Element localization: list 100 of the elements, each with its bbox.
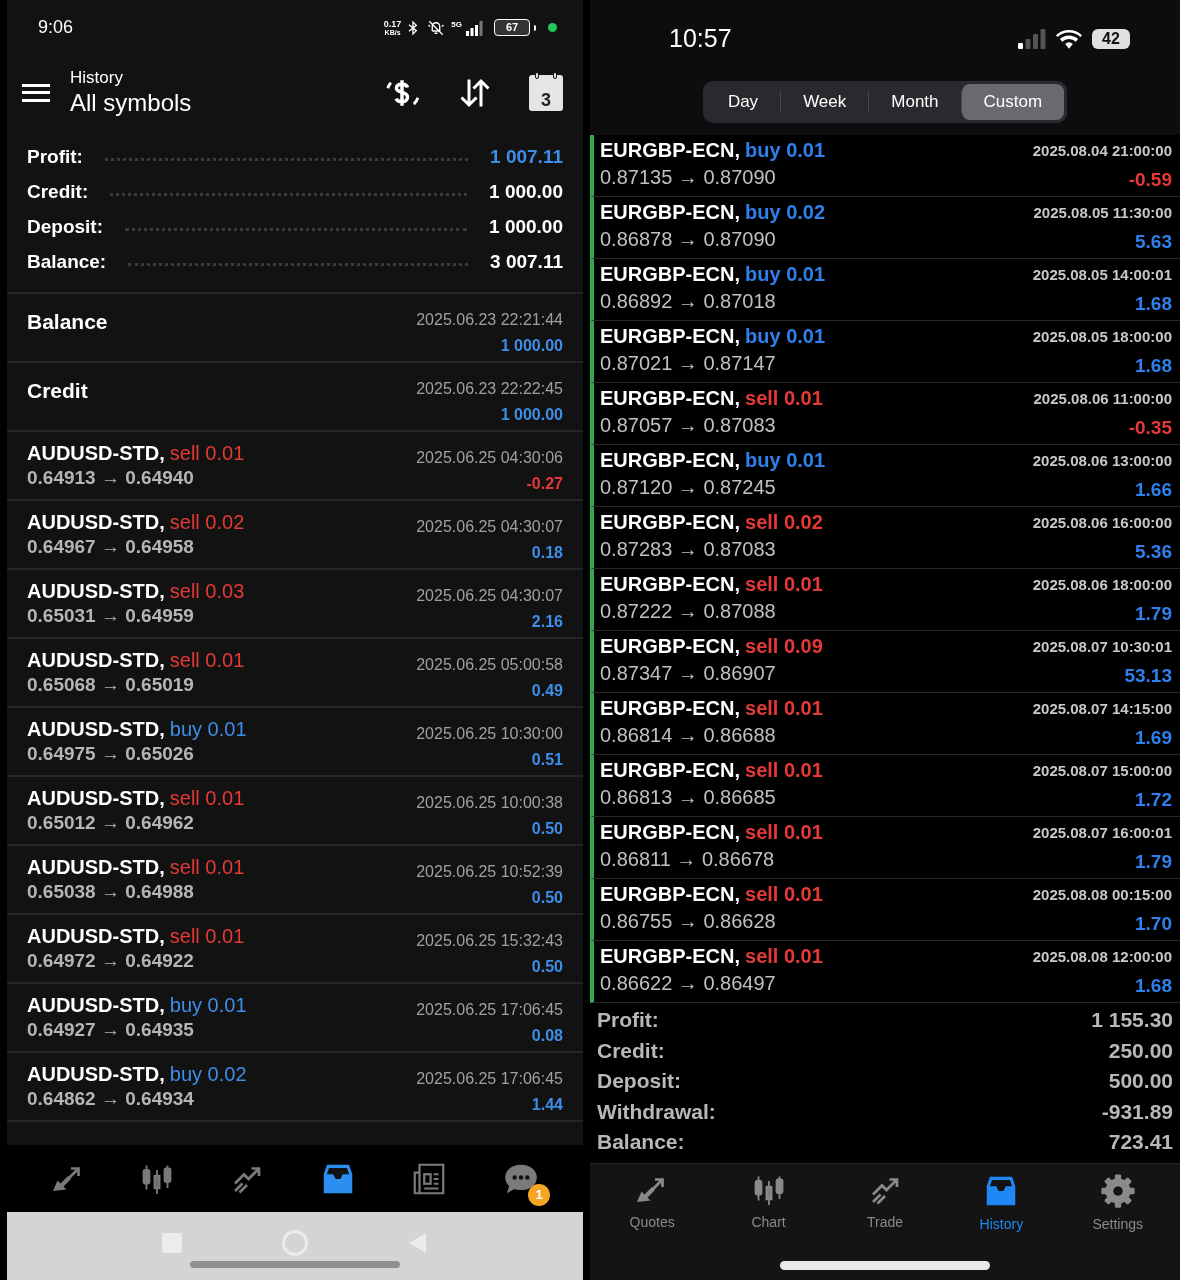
tab-bar-item[interactable]: Trade	[834, 1172, 935, 1233]
trade-prices: 0.87057 → 0.87083	[600, 413, 777, 438]
trade-symbol: AUDUSD-STD,	[27, 579, 165, 604]
tab-bar-item[interactable]: Chart	[718, 1172, 819, 1233]
trade-row[interactable]: EURGBP-ECN, sell 0.01 0.86811 → 0.86678 2025.08.07 16:00:01 1.79	[590, 817, 1180, 879]
back-triangle-icon	[408, 1232, 428, 1254]
trade-row[interactable]: EURGBP-ECN, buy 0.01 0.87135 → 0.87090 2025.08.04 21:00:00 -0.59	[590, 135, 1180, 197]
trade-symbol: AUDUSD-STD,	[27, 993, 165, 1018]
tab-bar-item[interactable]: History	[951, 1172, 1052, 1235]
trade-time: 2025.06.25 04:30:07	[416, 586, 563, 606]
summary-value: 250.00	[1108, 1037, 1173, 1064]
trade-prices: 0.64975 → 0.65026	[27, 742, 195, 766]
summary-label: Deposit:	[27, 215, 103, 240]
trade-row[interactable]: EURGBP-ECN, buy 0.01 0.86892 → 0.87018 2025.08.05 14:00:01 1.68	[590, 259, 1180, 321]
trade-time: 2025.08.07 16:00:01	[1032, 823, 1172, 843]
trade-time: 2025.06.25 05:00:58	[416, 655, 563, 675]
trade-profit: 0.50	[531, 819, 563, 839]
trade-time: 2025.08.06 16:00:00	[1032, 513, 1172, 533]
trade-profit: 1.68	[1135, 291, 1172, 316]
trade-time: 2025.08.05 14:00:01	[1032, 265, 1172, 285]
trade-prices: 0.64972 → 0.64922	[27, 949, 195, 973]
summary-value: -931.89	[1101, 1098, 1173, 1125]
period-tab[interactable]: Custom	[961, 84, 1065, 120]
trade-prices: 0.65038 → 0.64988	[27, 880, 195, 904]
trade-prices: 0.87347 → 0.86907	[600, 661, 777, 686]
trade-symbol: EURGBP-ECN,	[600, 944, 740, 969]
trade-row[interactable]: EURGBP-ECN, sell 0.01 0.86755 → 0.86628 2025.08.08 00:15:00 1.70	[590, 879, 1180, 941]
trade-row[interactable]: EURGBP-ECN, sell 0.02 0.87283 → 0.87083 2025.08.06 16:00:00 5.36	[590, 507, 1180, 569]
operation-label: Credit	[27, 379, 88, 402]
trade-symbol: EURGBP-ECN,	[600, 758, 740, 783]
trade-profit: 5.36	[1135, 539, 1172, 564]
trade-time: 2025.06.25 15:32:43	[416, 931, 563, 951]
network-speed: 0.17	[383, 19, 402, 29]
trade-side: sell 0.01	[745, 758, 823, 783]
trade-profit: 0.18	[531, 543, 563, 563]
trade-profit: 0.50	[531, 957, 563, 977]
trade-prices: 0.87135 → 0.87090	[600, 165, 777, 190]
trade-profit: -0.27	[526, 474, 563, 494]
trade-prices: 0.65031 → 0.64959	[27, 604, 195, 628]
calendar-button[interactable]: 3	[529, 74, 563, 111]
tab-bar-item[interactable]: Quotes	[602, 1172, 703, 1233]
gear-icon	[1098, 1172, 1137, 1210]
tab-bar-item[interactable]: Settings	[1067, 1172, 1168, 1235]
trade-side: buy 0.01	[169, 993, 247, 1018]
trade-profit: -0.35	[1128, 415, 1172, 440]
trade-time: 2025.06.25 10:00:38	[416, 793, 563, 813]
trade-profit: 0.51	[531, 750, 563, 770]
trade-side: sell 0.01	[745, 696, 823, 721]
period-tab[interactable]: Day	[705, 84, 781, 120]
summary-label: Credit:	[27, 180, 89, 205]
network-type: 5G	[451, 20, 462, 29]
trade-symbol: AUDUSD-STD,	[27, 441, 165, 466]
summary-label: Profit:	[27, 145, 83, 170]
summary-label: Credit:	[597, 1037, 665, 1064]
menu-button[interactable]	[22, 81, 50, 104]
trade-prices: 0.87283 → 0.87083	[600, 537, 777, 562]
trade-prices: 0.65068 → 0.65019	[27, 673, 195, 697]
summary-label: Withdrawal:	[597, 1098, 716, 1125]
trade-profit: 1.79	[1135, 849, 1172, 874]
status-time: 10:57	[669, 23, 732, 55]
trade-time: 2025.06.25 17:06:45	[416, 1069, 563, 1089]
entry-time: 2025.06.23 22:22:45	[416, 379, 563, 399]
trade-symbol: EURGBP-ECN,	[600, 324, 740, 349]
trade-profit: 2.16	[531, 612, 563, 632]
trade-side: sell 0.02	[745, 510, 823, 535]
trade-profit: 1.70	[1135, 911, 1172, 936]
trade-row[interactable]: EURGBP-ECN, sell 0.01 0.86813 → 0.86685 2025.08.07 15:00:00 1.72	[590, 755, 1180, 817]
trade-row[interactable]: EURGBP-ECN, sell 0.09 0.87347 → 0.86907 2025.08.07 10:30:01 53.13	[590, 631, 1180, 693]
trade-time: 2025.08.07 10:30:01	[1032, 637, 1172, 657]
trade-side: buy 0.01	[745, 138, 826, 163]
trade-row[interactable]: EURGBP-ECN, buy 0.02 0.86878 → 0.87090 2025.08.05 11:30:00 5.63	[590, 197, 1180, 259]
trade-side: sell 0.01	[169, 648, 245, 673]
trade-profit: 1.79	[1135, 601, 1172, 626]
trade-prices: 0.87120 → 0.87245	[600, 475, 777, 500]
trade-prices: 0.64862 → 0.64934	[27, 1087, 195, 1111]
operation-label: Balance	[27, 310, 108, 333]
status-time: 9:06	[38, 16, 74, 39]
trade-row[interactable]: EURGBP-ECN, sell 0.01 0.87057 → 0.87083 2025.08.06 11:00:00 -0.35	[590, 383, 1180, 445]
trade-symbol: EURGBP-ECN,	[600, 200, 740, 225]
summary-label: Balance:	[597, 1129, 685, 1156]
battery-indicator: 42	[1092, 29, 1130, 49]
trade-symbol: EURGBP-ECN,	[600, 386, 740, 411]
trade-profit: 0.08	[531, 1026, 563, 1046]
trade-row[interactable]: EURGBP-ECN, sell 0.01 0.86814 → 0.86688 2025.08.07 14:15:00 1.69	[590, 693, 1180, 755]
trade-side: buy 0.02	[169, 1062, 247, 1087]
trade-side: buy 0.01	[745, 324, 826, 349]
trade-time: 2025.06.25 10:52:39	[416, 862, 563, 882]
entry-time: 2025.06.23 22:21:44	[416, 310, 563, 330]
trade-symbol: EURGBP-ECN,	[600, 882, 740, 907]
trade-prices: 0.86755 → 0.86628	[600, 909, 777, 934]
trade-symbol: EURGBP-ECN,	[600, 138, 740, 163]
trade-row[interactable]: EURGBP-ECN, sell 0.01 0.86622 → 0.86497 2025.08.08 12:00:00 1.68	[590, 941, 1180, 1003]
trade-row[interactable]: EURGBP-ECN, buy 0.01 0.87021 → 0.87147 2025.08.05 18:00:00 1.68	[590, 321, 1180, 383]
period-tab[interactable]: Week	[781, 84, 869, 120]
period-tab[interactable]: Month	[869, 84, 961, 120]
trade-row[interactable]: EURGBP-ECN, sell 0.01 0.87222 → 0.87088 2025.08.06 18:00:00 1.79	[590, 569, 1180, 631]
trade-time: 2025.08.05 11:30:00	[1033, 203, 1172, 223]
trade-row[interactable]: EURGBP-ECN, buy 0.01 0.87120 → 0.87245 2025.08.06 13:00:00 1.66	[590, 445, 1180, 507]
trade-symbol: AUDUSD-STD,	[27, 855, 165, 880]
trade-time: 2025.06.25 04:30:06	[416, 448, 563, 468]
